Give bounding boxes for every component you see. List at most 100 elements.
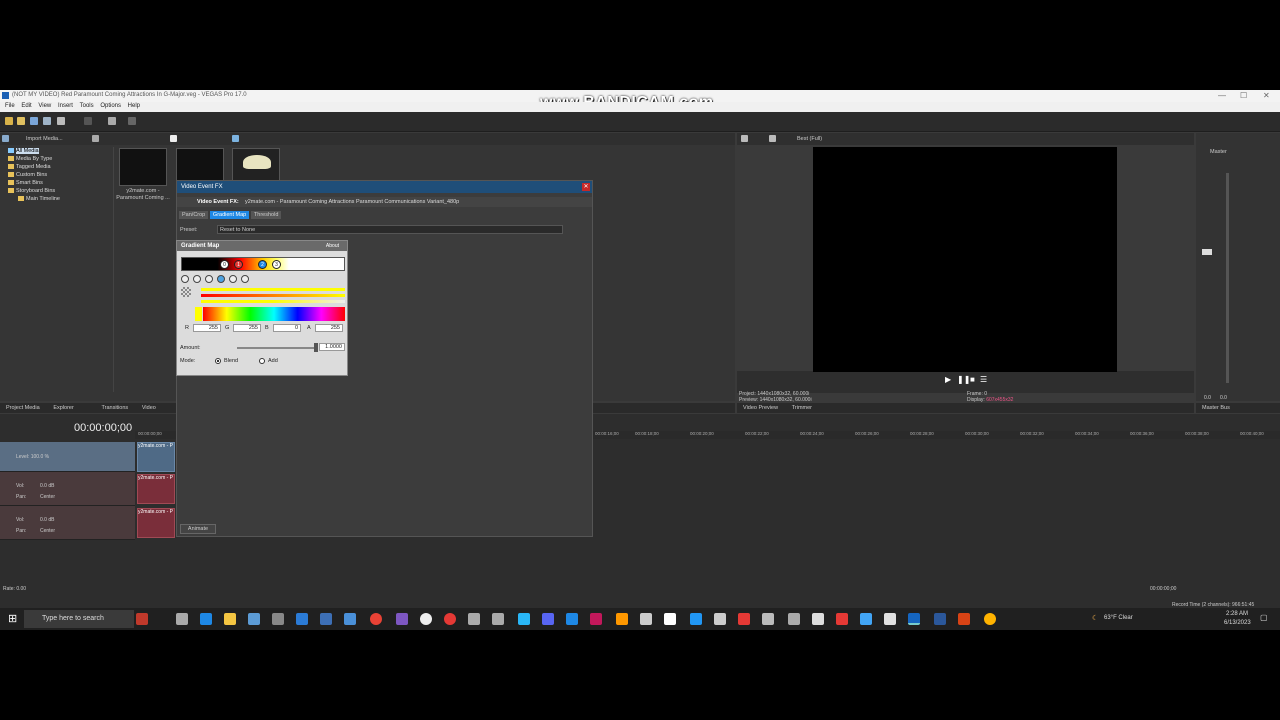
windows-start-icon[interactable]: ⊞ [8,612,17,625]
skype-icon[interactable] [566,613,578,625]
chain-gradient-map[interactable]: Gradient Map [209,211,250,219]
save-as-icon[interactable] [43,117,51,125]
chain-threshold[interactable]: Threshold [250,211,282,219]
clock-time[interactable]: 2:28 AM [1226,611,1248,617]
clock-date[interactable]: 6/13/2023 [1224,620,1251,626]
g-field[interactable]: 255 [233,324,261,332]
app-icon[interactable] [272,613,284,625]
zoom-icon[interactable] [232,135,239,142]
bandicam-icon[interactable] [444,613,456,625]
video-preview-canvas[interactable] [813,147,1117,372]
weather-text[interactable]: 63°F Clear [1104,615,1133,621]
app-icon[interactable] [640,613,652,625]
vegas-taskbar-icon[interactable] [908,613,920,625]
search-highlight-icon[interactable] [136,613,148,625]
app-icon[interactable] [396,613,408,625]
tree-item-main-timeline[interactable]: Main Timeline [8,195,60,203]
chain-pan-crop[interactable]: Pan/Crop [179,211,209,219]
tab-video[interactable]: Video [142,405,156,411]
word-icon[interactable] [934,613,946,625]
tab-explorer[interactable]: Explorer [53,405,73,411]
notification-icon[interactable]: ▢ [1260,613,1268,622]
tree-item-custom-bins[interactable]: Custom Bins [8,171,60,179]
app-icon[interactable] [884,613,896,625]
app-icon[interactable] [690,613,702,625]
amount-field[interactable]: 1.0000 [319,343,345,351]
stop-button-3[interactable] [205,275,213,283]
amount-slider-thumb[interactable] [314,343,318,352]
gradient-stop[interactable]: 3 [272,260,281,269]
media-thumbnail[interactable] [119,148,167,186]
menu-view[interactable]: View [38,103,51,109]
menu-insert[interactable]: Insert [58,103,73,109]
gradient-stop[interactable]: 1 [234,260,243,269]
close-button[interactable]: ✕ [1263,91,1270,100]
stop-button-5[interactable] [229,275,237,283]
r-field[interactable]: 255 [193,324,221,332]
tree-item-all-media[interactable]: All Media [8,147,60,155]
menu-tools[interactable]: Tools [80,103,94,109]
import-media-button[interactable]: Import Media... [26,136,63,142]
gradient-bar[interactable]: 0 1 2 3 [181,257,345,271]
app-icon[interactable] [788,613,800,625]
gradient-stop[interactable]: 0 [220,260,229,269]
cut-icon[interactable] [84,117,92,125]
app-icon[interactable] [492,613,504,625]
b-channel-slider[interactable] [201,300,345,303]
dialog-close-button[interactable]: ✕ [582,183,590,191]
tab-master-bus[interactable]: Master Bus [1202,405,1230,411]
stop-button[interactable]: ■ [970,375,975,384]
new-project-icon[interactable] [5,117,13,125]
app-icon[interactable] [714,613,726,625]
preview-quality-select[interactable]: Best (Full) [797,136,822,142]
mode-blend-radio[interactable] [215,358,221,364]
mail-icon[interactable] [344,613,356,625]
stop-button-4[interactable] [217,275,225,283]
fx-icon[interactable] [769,135,776,142]
open-icon[interactable] [17,117,25,125]
steam-icon[interactable] [248,613,260,625]
discord-icon[interactable] [542,613,554,625]
play-icon[interactable] [170,135,177,142]
app-icon[interactable] [590,613,602,625]
app-icon[interactable] [958,613,970,625]
edge-icon[interactable] [200,613,212,625]
stop-button-6[interactable] [241,275,249,283]
redo-icon[interactable] [128,117,136,125]
tree-item-smart-bins[interactable]: Smart Bins [8,179,60,187]
chrome-icon[interactable] [370,613,382,625]
file-explorer-icon[interactable] [224,613,236,625]
app-icon[interactable] [762,613,774,625]
video-clip[interactable]: y2mate.com - P [137,442,175,472]
menu-file[interactable]: File [5,103,15,109]
master-fader[interactable] [1202,249,1212,255]
hue-spectrum[interactable] [203,307,345,321]
undo-icon[interactable] [108,117,116,125]
app-icon[interactable] [984,613,996,625]
media-player-icon[interactable] [420,613,432,625]
settings-gear-icon[interactable] [468,613,480,625]
save-icon[interactable] [30,117,38,125]
tab-video-preview[interactable]: Video Preview [743,405,778,411]
app-icon[interactable] [738,613,750,625]
tab-project-media[interactable]: Project Media [6,405,40,411]
menu-help[interactable]: Help [128,103,140,109]
minimize-button[interactable]: — [1218,91,1226,100]
tab-trimmer[interactable]: Trimmer [792,405,812,411]
calculator-icon[interactable] [296,613,308,625]
gear-icon[interactable] [812,613,824,625]
tree-item-tagged-media[interactable]: Tagged Media [8,163,60,171]
tree-item-media-by-type[interactable]: Media By Type [8,155,60,163]
about-button[interactable]: About [326,243,339,249]
amount-slider[interactable] [237,347,317,349]
tab-transitions[interactable]: Transitions [101,405,128,411]
g-channel-slider[interactable] [201,294,345,297]
photos-icon[interactable] [320,613,332,625]
mode-add-radio[interactable] [259,358,265,364]
audio-clip[interactable]: y2mate.com - P [137,508,175,538]
task-view-icon[interactable] [176,613,188,625]
view-icon[interactable] [92,135,99,142]
a-field[interactable]: 255 [315,324,343,332]
tree-item-storyboard-bins[interactable]: Storyboard Bins [8,187,60,195]
stop-button-1[interactable] [181,275,189,283]
